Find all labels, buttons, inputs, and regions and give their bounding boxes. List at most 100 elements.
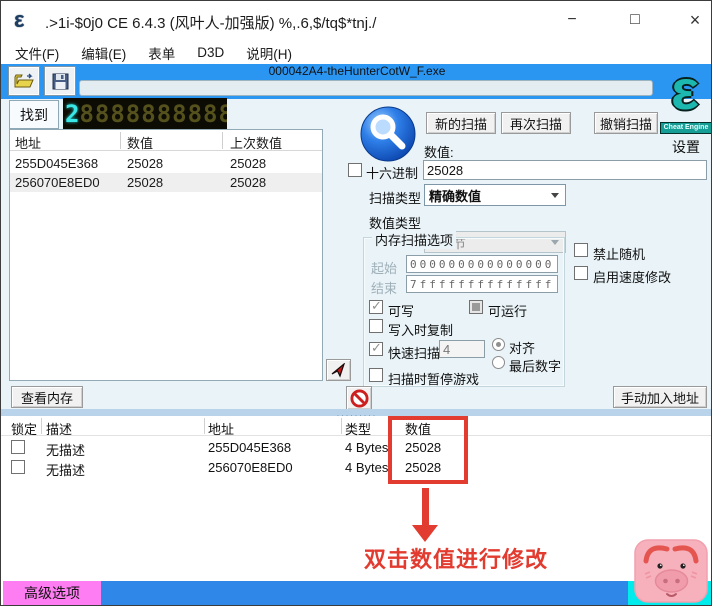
speedhack-checkbox[interactable]: [574, 266, 588, 280]
splitter-grip-icon: .........: [336, 407, 378, 418]
col-addr[interactable]: 地址: [208, 419, 234, 438]
menu-bar: 文件(F) 编辑(E) 表单 D3D 说明(H): [1, 41, 711, 64]
chevron-down-icon: [551, 193, 559, 198]
col-lock[interactable]: 锁定: [11, 419, 37, 438]
column-divider: [120, 132, 121, 149]
start-label: 起始: [371, 261, 398, 276]
address-table-header: 锁定 描述 地址 类型 数值: [1, 416, 711, 438]
annotation-text: 双击数值进行修改: [363, 547, 548, 572]
arrow-cursor-icon: [331, 362, 345, 378]
annotation-highlight-box: [388, 416, 468, 484]
found-row-address: 256070E8ED0: [15, 175, 100, 190]
found-count-lcd: 2 8888888888: [63, 98, 227, 129]
executable-checkbox[interactable]: [469, 300, 483, 314]
scan-orb-icon: [359, 105, 417, 166]
found-col-value[interactable]: 数值: [127, 133, 153, 152]
lcd-ghost-digits: 8888888888: [79, 99, 227, 128]
hex-label: 十六进制: [366, 166, 419, 181]
stop-scan-button[interactable]: [346, 386, 372, 410]
settings-link[interactable]: 设置: [672, 137, 700, 157]
menu-table[interactable]: 表单: [148, 43, 175, 63]
found-row-address: 255D045E368: [15, 156, 99, 171]
fast-scan-checkbox[interactable]: [369, 340, 383, 356]
column-divider: [41, 418, 42, 434]
executable-label: 可运行: [488, 304, 528, 319]
advanced-options-button[interactable]: 高级选项: [3, 581, 101, 605]
cheat-engine-logo-text: Cheat Engine: [660, 122, 711, 134]
found-list-header: 地址 数值 上次数值: [10, 130, 322, 151]
minimize-button[interactable]: −: [551, 5, 593, 35]
found-row-previous: 25028: [230, 175, 267, 190]
found-row-value: 25028: [127, 156, 164, 171]
row-address: 255D045E368: [208, 440, 292, 455]
fast-scan-alignment-input[interactable]: [439, 340, 485, 358]
scan-type-dropdown[interactable]: 精确数值: [424, 184, 566, 206]
alignment-label: 对齐: [509, 341, 536, 356]
menu-file[interactable]: 文件(F): [15, 43, 59, 63]
speedhack-label: 启用速度修改: [593, 270, 672, 285]
cheat-engine-window: ε .>1i-$0j0 CE 6.4.3 (风叶人-加强版) %,.6,$/tq…: [0, 0, 712, 606]
memory-view-button[interactable]: 查看内存: [11, 386, 83, 408]
last-digits-radio[interactable]: [492, 356, 505, 369]
freeze-checkbox[interactable]: [11, 460, 25, 474]
found-row-previous: 25028: [230, 156, 267, 171]
row-description: 无描述: [46, 443, 86, 458]
row-type: 4 Bytes: [345, 460, 389, 475]
found-row[interactable]: 256070E8ED0 25028 25028: [10, 173, 322, 192]
no-entry-icon: [349, 388, 369, 408]
new-scan-button[interactable]: 新的扫描: [426, 112, 496, 134]
writable-checkbox[interactable]: [369, 298, 383, 314]
scan-stop-input[interactable]: [406, 275, 558, 293]
menu-edit[interactable]: 编辑(E): [81, 43, 126, 63]
row-type: 4 Bytes: [345, 440, 389, 455]
freeze-checkbox[interactable]: [11, 440, 25, 454]
fast-scan-label: 快速扫描: [388, 346, 441, 361]
value-label: 数值:: [424, 145, 454, 160]
scan-value-input[interactable]: [423, 160, 707, 180]
maximize-button[interactable]: □: [614, 5, 656, 35]
scan-type-value: 精确数值: [429, 188, 482, 204]
column-divider: [341, 418, 342, 434]
alignment-radio[interactable]: [492, 338, 505, 351]
col-type[interactable]: 类型: [345, 419, 371, 438]
cheat-engine-logo-icon[interactable]: ε: [656, 59, 711, 125]
app-logo-icon: ε: [14, 7, 25, 32]
scan-start-input[interactable]: [406, 255, 558, 273]
column-divider: [204, 418, 205, 434]
next-scan-button[interactable]: 再次扫描: [501, 112, 571, 134]
add-address-manually-button[interactable]: 手动加入地址: [613, 386, 707, 408]
bottom-bar-filler: [101, 581, 628, 605]
last-digits-label: 最后数字: [509, 359, 562, 374]
scan-progress-bar: [79, 80, 653, 96]
found-col-address[interactable]: 地址: [15, 133, 41, 152]
pause-game-label: 扫描时暂停游戏: [388, 372, 480, 387]
undo-scan-button[interactable]: 撤销扫描: [594, 112, 658, 134]
menu-help[interactable]: 说明(H): [246, 43, 292, 63]
column-divider: [222, 132, 223, 149]
close-button[interactable]: ×: [674, 5, 711, 35]
col-desc[interactable]: 描述: [46, 419, 72, 438]
annotation-arrow-icon: [422, 488, 429, 526]
annotation-arrow-head-icon: [412, 525, 438, 542]
writable-label: 可写: [388, 304, 415, 319]
lcd-value: 2: [65, 99, 80, 128]
change-pointer-button[interactable]: [326, 359, 351, 381]
unrandomizer-checkbox[interactable]: [574, 243, 588, 257]
unrandomizer-label: 禁止随机: [593, 247, 646, 262]
row-description: 无描述: [46, 463, 86, 478]
memory-options-title: 内存扫描选项: [372, 230, 457, 249]
row-address: 256070E8ED0: [208, 460, 293, 475]
found-address-list[interactable]: 地址 数值 上次数值 255D045E368 25028 25028 25607…: [9, 129, 323, 381]
found-row-value: 25028: [127, 175, 164, 190]
found-col-previous[interactable]: 上次数值: [230, 133, 282, 152]
pause-game-checkbox[interactable]: [369, 368, 383, 382]
copy-on-write-checkbox[interactable]: [369, 319, 383, 333]
found-count-label: 找到: [9, 100, 59, 129]
panel-splitter[interactable]: .........: [1, 407, 711, 418]
hex-checkbox[interactable]: [348, 163, 362, 177]
menu-d3d[interactable]: D3D: [197, 45, 224, 60]
window-title: .>1i-$0j0 CE 6.4.3 (风叶人-加强版) %,.6,$/tq$*…: [45, 15, 377, 32]
found-row[interactable]: 255D045E368 25028 25028: [10, 154, 322, 173]
stop-label: 结束: [371, 281, 398, 296]
attached-process-name: 000042A4-theHunterCotW_F.exe: [268, 64, 446, 78]
